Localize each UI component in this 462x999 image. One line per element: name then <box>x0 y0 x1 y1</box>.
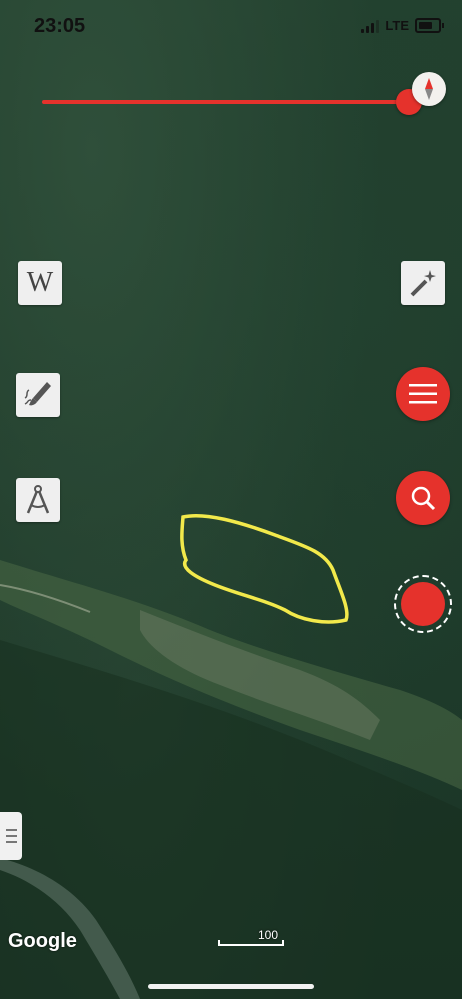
search-button[interactable] <box>396 471 450 525</box>
search-icon <box>411 486 436 511</box>
scale-bar <box>218 940 284 946</box>
draw-button[interactable] <box>16 373 60 417</box>
wikipedia-icon: W <box>26 267 54 298</box>
google-attribution: Google <box>8 930 77 952</box>
compass-button[interactable] <box>412 72 446 106</box>
hamburger-menu-icon <box>409 384 437 404</box>
record-icon <box>401 582 445 626</box>
menu-button[interactable] <box>396 367 450 421</box>
home-indicator[interactable] <box>148 984 314 989</box>
status-indicators: LTE <box>361 18 444 33</box>
side-panel-handle[interactable] <box>0 812 22 860</box>
magic-wand-icon <box>410 270 436 297</box>
battery-icon <box>415 18 441 33</box>
magic-wand-button[interactable] <box>401 261 445 305</box>
drawn-outline[interactable] <box>180 513 349 624</box>
compass-tool-icon <box>26 485 50 514</box>
compass-icon <box>425 78 433 100</box>
opacity-slider-track[interactable] <box>42 100 408 104</box>
measure-button[interactable] <box>16 478 60 522</box>
terrain-overlay <box>0 513 462 999</box>
record-button[interactable] <box>394 575 452 633</box>
signal-icon <box>361 19 380 33</box>
wikipedia-button[interactable]: W <box>18 261 62 305</box>
battery-tip <box>442 23 444 28</box>
status-time: 23:05 <box>34 15 86 37</box>
satellite-map[interactable] <box>0 0 462 999</box>
brush-icon <box>24 382 51 406</box>
network-label: LTE <box>385 18 409 33</box>
status-bar: 23:05 LTE <box>0 0 462 52</box>
